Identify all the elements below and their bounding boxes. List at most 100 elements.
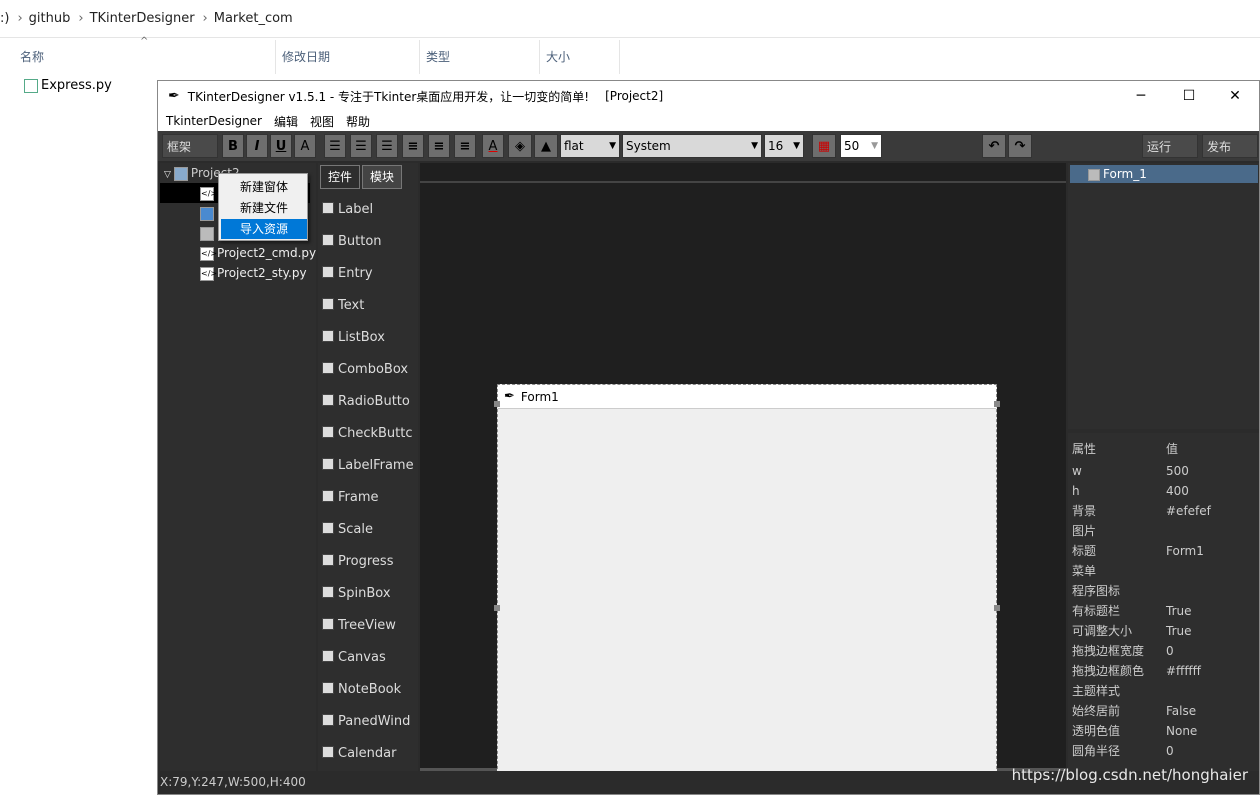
align-top-icon[interactable]: ≡	[402, 134, 424, 158]
run-button[interactable]: 运行	[1142, 134, 1198, 158]
maximize-icon[interactable]: ☐	[1166, 81, 1212, 111]
resize-handle[interactable]	[494, 605, 500, 611]
resize-handle[interactable]	[994, 605, 1000, 611]
ctx-new-form[interactable]: 新建窗体	[221, 177, 307, 197]
property-row[interactable]: 透明色值 None	[1072, 721, 1258, 741]
undo-icon[interactable]: ↶	[982, 134, 1006, 158]
property-row[interactable]: 有标题栏 True	[1072, 601, 1258, 621]
widget-item[interactable]: NoteBook	[322, 679, 414, 701]
property-value[interactable]: True	[1166, 621, 1192, 641]
widget-item[interactable]: Button	[322, 231, 414, 253]
widget-item[interactable]: Label	[322, 199, 414, 221]
tree-item-sty[interactable]: </>Project2_sty.py	[200, 263, 307, 283]
property-row[interactable]: 主题样式	[1072, 681, 1258, 701]
widget-item[interactable]: Scale	[322, 519, 414, 541]
property-value[interactable]: 400	[1166, 481, 1189, 501]
property-row[interactable]: 背景 #efefef	[1072, 501, 1258, 521]
widget-item[interactable]: Frame	[322, 487, 414, 509]
property-row[interactable]: 标题 Form1	[1072, 541, 1258, 561]
widget-item[interactable]: ComboBox	[322, 359, 414, 381]
breadcrumb-drive[interactable]: :)	[0, 11, 9, 26]
size-select[interactable]: 16 ▼	[764, 134, 804, 158]
menu-help[interactable]: 帮助	[346, 113, 370, 130]
align-left-icon[interactable]: ☰	[324, 134, 346, 158]
resize-handle[interactable]	[494, 401, 500, 407]
menu-edit[interactable]: 编辑	[274, 113, 298, 130]
property-row[interactable]: h 400	[1072, 481, 1258, 501]
project-tag: [Project2]	[605, 89, 664, 103]
widget-item[interactable]: Text	[322, 295, 414, 317]
breadcrumb-tkinterdesigner[interactable]: TKinterDesigner	[90, 11, 195, 26]
property-row[interactable]: 菜单	[1072, 561, 1258, 581]
file-item[interactable]: Express.py	[24, 78, 112, 93]
widget-item[interactable]: Calendar	[322, 743, 414, 765]
grid-icon[interactable]: ▦	[812, 134, 836, 158]
publish-button[interactable]: 发布	[1202, 134, 1258, 158]
code-file-icon: </>	[200, 186, 217, 201]
form-tree-item[interactable]: Form_1	[1070, 165, 1258, 183]
column-type[interactable]: 类型	[420, 40, 540, 74]
property-row[interactable]: 程序图标	[1072, 581, 1258, 601]
close-icon[interactable]: ✕	[1212, 81, 1258, 111]
relief-select[interactable]: flat ▼	[560, 134, 620, 158]
widget-item[interactable]: TreeView	[322, 615, 414, 637]
underline-button[interactable]: U	[270, 134, 292, 158]
property-value[interactable]: None	[1166, 721, 1197, 741]
tree-item-image[interactable]	[200, 203, 217, 223]
widget-item[interactable]: SpinBox	[322, 583, 414, 605]
widget-item[interactable]: LabelFrame	[322, 455, 414, 477]
widget-item[interactable]: ListBox	[322, 327, 414, 349]
widget-label: Canvas	[338, 650, 386, 665]
minimize-icon[interactable]: ─	[1118, 81, 1164, 111]
property-value[interactable]: False	[1166, 701, 1196, 721]
property-value[interactable]: 0	[1166, 741, 1174, 761]
tab-widgets[interactable]: 控件	[320, 165, 360, 189]
property-value[interactable]: #ffffff	[1166, 661, 1201, 681]
property-value[interactable]: #efefef	[1166, 501, 1211, 521]
font-select[interactable]: System ▼	[622, 134, 762, 158]
property-row[interactable]: 可调整大小 True	[1072, 621, 1258, 641]
frame-button[interactable]: 框架	[162, 134, 218, 158]
column-modified[interactable]: 修改日期	[276, 40, 420, 74]
property-value[interactable]: True	[1166, 601, 1192, 621]
tree-item-cmd[interactable]: </>Project2_cmd.py	[200, 243, 316, 263]
image-icon[interactable]: ▲	[534, 134, 558, 158]
property-row[interactable]: 圆角半径 0	[1072, 741, 1258, 761]
breadcrumb-market-com[interactable]: Market_com	[214, 11, 293, 26]
widget-item[interactable]: Canvas	[322, 647, 414, 669]
widget-item[interactable]: RadioButto	[322, 391, 414, 413]
widget-item[interactable]: Progress	[322, 551, 414, 573]
tab-modules[interactable]: 模块	[362, 165, 402, 189]
zoom-spin[interactable]: 50 ▼	[840, 134, 882, 158]
bold-button[interactable]: B	[222, 134, 244, 158]
breadcrumb-github[interactable]: github	[29, 11, 71, 26]
property-row[interactable]: 拖拽边框宽度 0	[1072, 641, 1258, 661]
font-color-icon[interactable]: A	[482, 134, 504, 158]
ctx-new-file[interactable]: 新建文件	[221, 198, 307, 218]
property-row[interactable]: 始终居前 False	[1072, 701, 1258, 721]
menu-view[interactable]: 视图	[310, 113, 334, 130]
widget-item[interactable]: Entry	[322, 263, 414, 285]
ctx-import-resource[interactable]: 导入资源	[221, 219, 307, 239]
resize-handle[interactable]	[994, 401, 1000, 407]
italic-button[interactable]: I	[246, 134, 268, 158]
font-a-button[interactable]: A	[294, 134, 316, 158]
widget-item[interactable]: CheckButtc	[322, 423, 414, 445]
property-row[interactable]: 拖拽边框颜色 #ffffff	[1072, 661, 1258, 681]
tree-item-form[interactable]	[200, 223, 217, 243]
property-value[interactable]: 0	[1166, 641, 1174, 661]
property-row[interactable]: w 500	[1072, 461, 1258, 481]
align-middle-icon[interactable]: ≡	[428, 134, 450, 158]
align-right-icon[interactable]: ☰	[376, 134, 398, 158]
column-size[interactable]: 大小	[540, 40, 620, 74]
fill-color-icon[interactable]: ◈	[508, 134, 532, 158]
property-row[interactable]: 图片	[1072, 521, 1258, 541]
menu-tkinterdesigner[interactable]: TkinterDesigner	[166, 114, 262, 128]
property-value[interactable]: 500	[1166, 461, 1189, 481]
widget-item[interactable]: PanedWind	[322, 711, 414, 733]
align-center-icon[interactable]: ☰	[350, 134, 372, 158]
form-preview[interactable]: ✒ Form1	[494, 384, 1000, 784]
redo-icon[interactable]: ↷	[1008, 134, 1032, 158]
align-bottom-icon[interactable]: ≡	[454, 134, 476, 158]
property-value[interactable]: Form1	[1166, 541, 1204, 561]
